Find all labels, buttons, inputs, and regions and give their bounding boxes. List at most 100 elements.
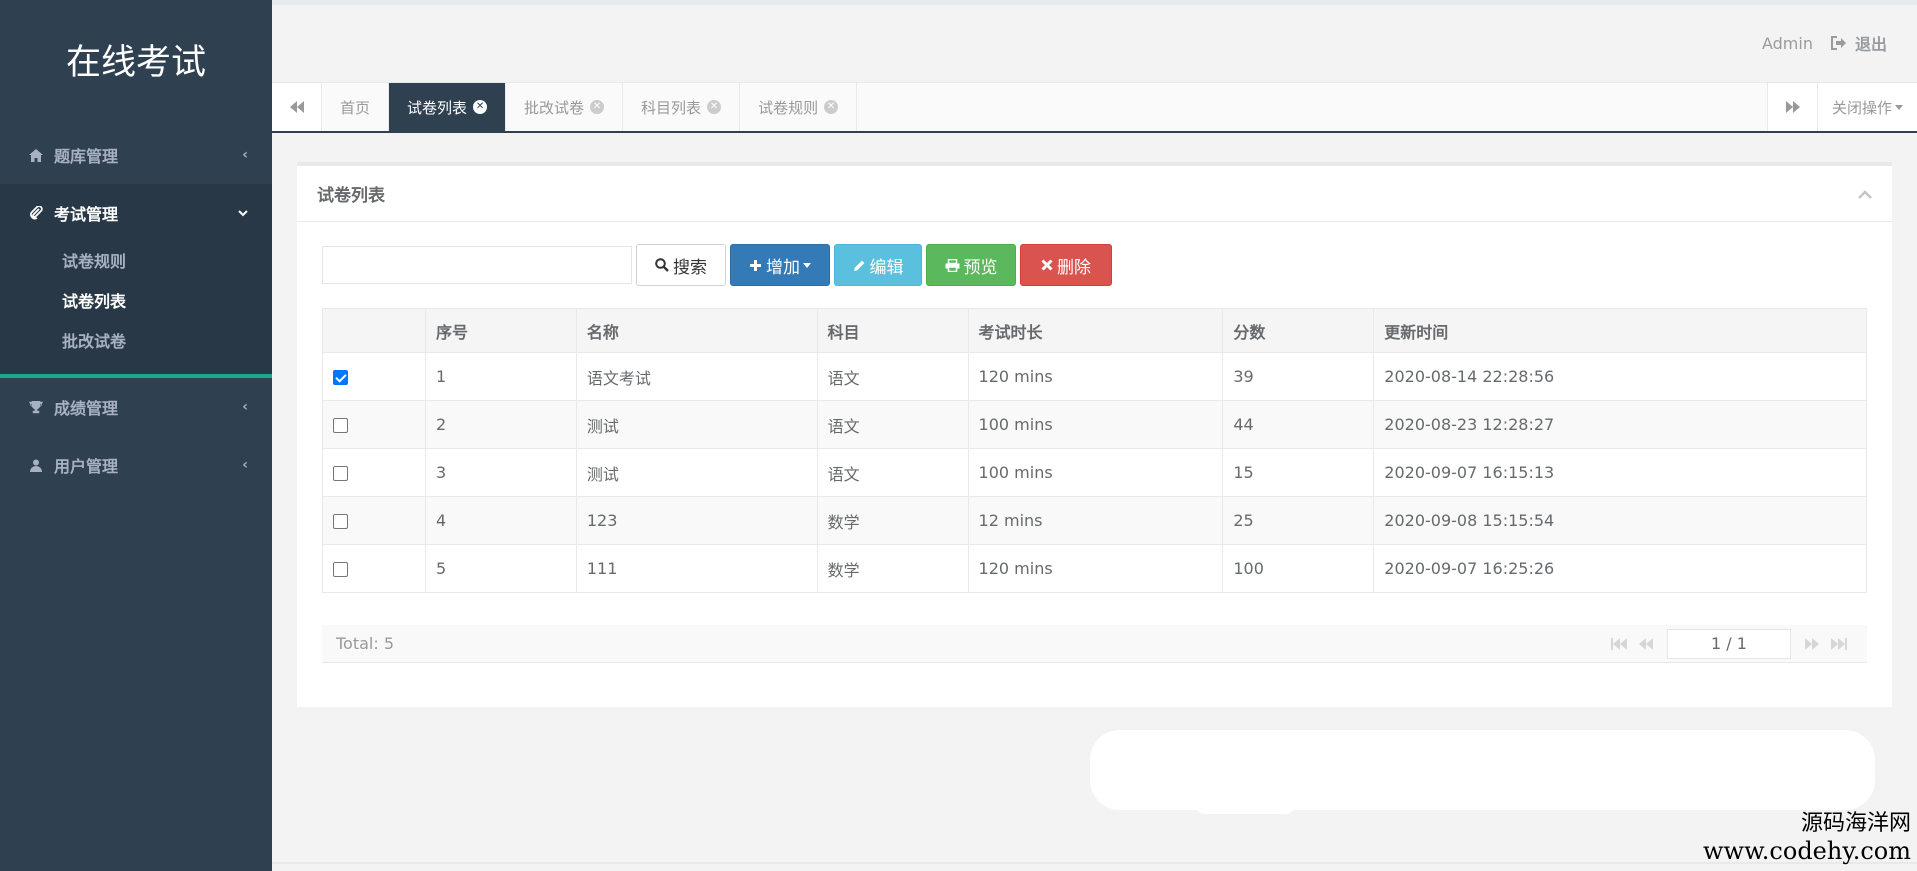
cell-duration: 120 mins — [968, 352, 1224, 401]
row-checkbox[interactable] — [333, 418, 348, 433]
watermark-line-1: 源码海洋网 — [1800, 811, 1911, 836]
watermark: 源码海洋网 www.codehy.com — [1703, 805, 1911, 865]
user-area: Admin 退出 — [1762, 31, 1887, 55]
add-button[interactable]: 增加 — [730, 244, 830, 286]
row-checkbox[interactable] — [333, 466, 348, 481]
row-select-cell — [322, 544, 426, 593]
nav-group-user-management: 用户管理 ‹ — [0, 436, 272, 494]
tabs-scroll-right-button[interactable] — [1767, 83, 1817, 131]
trophy-icon — [28, 400, 44, 414]
logout-label: 退出 — [1854, 35, 1887, 54]
sidebar-item-label: 考试管理 — [54, 205, 119, 224]
cell-subject: 语文 — [817, 400, 969, 449]
header-score[interactable]: 分数 — [1222, 308, 1375, 353]
backward-icon — [289, 101, 304, 113]
first-page-icon[interactable] — [1611, 637, 1627, 650]
cell-subject: 语文 — [817, 352, 969, 401]
close-icon[interactable]: ✕ — [707, 100, 722, 114]
tabs-scroll-left-button[interactable] — [272, 83, 322, 131]
search-button[interactable]: 搜索 — [636, 244, 726, 286]
cell-name: 测试 — [576, 448, 818, 497]
caret-down-icon — [1895, 104, 1903, 110]
plus-icon — [750, 259, 761, 271]
sidebar-subitem-exam-list[interactable]: 试卷列表 — [0, 282, 272, 322]
cell-duration: 12 mins — [968, 496, 1224, 545]
row-checkbox[interactable] — [333, 370, 348, 385]
sidebar-item-user-management[interactable]: 用户管理 ‹ — [0, 436, 272, 494]
total-count: Total: 5 — [336, 634, 395, 653]
search-input[interactable] — [322, 246, 632, 284]
nav-group-score-management: 成绩管理 ‹ — [0, 378, 272, 436]
delete-button-label: 删除 — [1057, 257, 1091, 278]
sidebar-item-label: 成绩管理 — [54, 399, 119, 418]
nav-group-exam-management: 考试管理 试卷规则 试卷列表 批改试卷 — [0, 184, 272, 378]
table-header-row: 序号 名称 科目 考试时长 分数 更新时间 — [322, 308, 1867, 353]
chevron-up-icon[interactable] — [1858, 184, 1872, 203]
panel-header: 试卷列表 — [297, 166, 1892, 222]
header-name[interactable]: 名称 — [576, 308, 818, 353]
preview-button-label: 预览 — [963, 257, 998, 278]
table-row[interactable]: 1 语文考试 语文 120 mins 39 2020-08-14 22:28:5… — [322, 352, 1867, 401]
preview-button[interactable]: 预览 — [926, 244, 1016, 286]
tab-exam-list[interactable]: 试卷列表 ✕ — [389, 83, 507, 131]
last-page-icon[interactable] — [1831, 637, 1847, 650]
header-duration[interactable]: 考试时长 — [968, 308, 1224, 353]
header-subject[interactable]: 科目 — [817, 308, 969, 353]
tab-label: 试卷列表 — [407, 98, 468, 117]
row-select-cell — [322, 400, 426, 449]
sidebar-item-question-bank[interactable]: 题库管理 ‹ — [0, 126, 272, 184]
tabs-bar: 首页 试卷列表 ✕ 批改试卷 ✕ 科目列表 ✕ 试卷规则 ✕ 关闭操作 — [272, 82, 1917, 133]
username: Admin — [1761, 33, 1813, 53]
sidebar-item-exam-management[interactable]: 考试管理 — [0, 184, 272, 242]
row-checkbox[interactable] — [333, 562, 348, 577]
header-updated[interactable]: 更新时间 — [1373, 308, 1867, 353]
header-index[interactable]: 序号 — [425, 308, 577, 353]
cell-score: 25 — [1222, 496, 1375, 545]
close-icon[interactable]: ✕ — [590, 100, 605, 114]
edit-button-label: 编辑 — [869, 257, 904, 278]
logout-button[interactable]: 退出 — [1830, 31, 1887, 55]
sidebar-subitem-exam-rules[interactable]: 试卷规则 — [0, 242, 272, 282]
tab-subject-list[interactable]: 科目列表 ✕ — [623, 83, 741, 131]
close-operations-dropdown[interactable]: 关闭操作 — [1817, 83, 1917, 131]
table-row[interactable]: 5 111 数学 120 mins 100 2020-09-07 16:25:2… — [322, 544, 1867, 593]
cell-duration: 120 mins — [968, 544, 1224, 593]
cell-updated: 2020-09-07 16:15:13 — [1373, 448, 1867, 497]
table-row[interactable]: 3 测试 语文 100 mins 15 2020-09-07 16:15:13 — [322, 448, 1867, 497]
chevron-left-icon: ‹ — [242, 457, 248, 473]
tab-label: 批改试卷 — [524, 98, 585, 117]
cell-updated: 2020-08-23 12:28:27 — [1373, 400, 1867, 449]
cell-index: 3 — [425, 448, 577, 497]
cell-name: 测试 — [576, 400, 818, 449]
sidebar-subitem-grade-papers[interactable]: 批改试卷 — [0, 322, 272, 362]
cell-subject: 数学 — [817, 496, 969, 545]
delete-button[interactable]: 删除 — [1020, 244, 1112, 286]
table-row[interactable]: 4 123 数学 12 mins 25 2020-09-08 15:15:54 — [322, 496, 1867, 545]
close-icon[interactable]: ✕ — [824, 100, 839, 114]
search-icon — [655, 258, 669, 272]
tab-home[interactable]: 首页 — [322, 83, 390, 131]
tab-label: 科目列表 — [641, 98, 702, 117]
cell-score: 15 — [1222, 448, 1375, 497]
next-page-icon[interactable] — [1805, 637, 1819, 650]
tab-exam-rules[interactable]: 试卷规则 ✕ — [740, 83, 858, 131]
chevron-left-icon: ‹ — [242, 399, 248, 415]
cell-updated: 2020-09-08 15:15:54 — [1373, 496, 1867, 545]
sidebar-item-score-management[interactable]: 成绩管理 ‹ — [0, 378, 272, 436]
row-checkbox[interactable] — [333, 514, 348, 529]
tab-label: 首页 — [340, 98, 371, 117]
redaction-blot — [1195, 790, 1295, 814]
table-row[interactable]: 2 测试 语文 100 mins 44 2020-08-23 12:28:27 — [322, 400, 1867, 449]
close-icon[interactable]: ✕ — [473, 100, 488, 114]
footer-divider — [272, 862, 1917, 864]
page-indicator[interactable]: 1 / 1 — [1667, 628, 1791, 659]
times-icon — [1041, 259, 1053, 271]
add-button-label: 增加 — [766, 257, 800, 278]
top-header: Admin 退出 — [272, 0, 1917, 82]
cell-updated: 2020-09-07 16:25:26 — [1373, 544, 1867, 593]
edit-button[interactable]: 编辑 — [834, 244, 922, 286]
prev-page-icon[interactable] — [1639, 637, 1653, 650]
cell-duration: 100 mins — [968, 448, 1224, 497]
tab-grade-papers[interactable]: 批改试卷 ✕ — [506, 83, 624, 131]
sidebar-item-label: 用户管理 — [54, 457, 119, 476]
